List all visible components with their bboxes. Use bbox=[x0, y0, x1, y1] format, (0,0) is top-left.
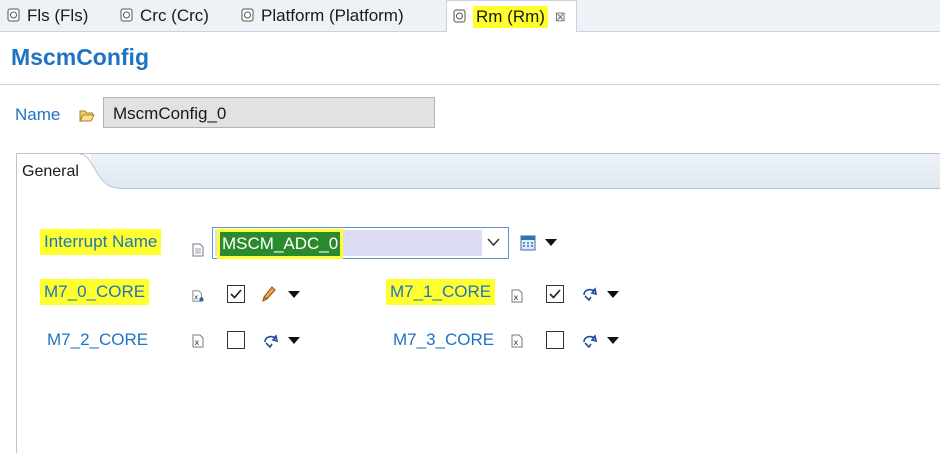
chevron-down-icon[interactable] bbox=[487, 238, 500, 247]
module-icon bbox=[120, 8, 134, 23]
close-icon[interactable]: ⊠ bbox=[555, 9, 566, 25]
dropdown-arrow-icon[interactable] bbox=[607, 291, 619, 299]
m7-2-core-label: M7_2_CORE bbox=[47, 330, 149, 349]
pencil-icon[interactable] bbox=[262, 286, 276, 302]
default-value-icon[interactable] bbox=[581, 286, 597, 302]
dropdown-arrow-icon[interactable] bbox=[288, 337, 300, 345]
tab-general-label: General bbox=[22, 163, 79, 180]
tab-crc[interactable]: Crc (Crc) bbox=[120, 0, 209, 31]
tab-label: Fls (Fls) bbox=[27, 5, 89, 25]
tab-label: Platform (Platform) bbox=[261, 5, 404, 25]
m7-0-core-label: M7_0_CORE bbox=[40, 279, 150, 305]
editor-tab-bar: Fls (Fls) Crc (Crc) Platform (Platform) … bbox=[0, 0, 940, 32]
module-icon bbox=[241, 8, 255, 23]
name-label: Name bbox=[15, 105, 61, 124]
interrupt-name-value: MSCM_ADC_0 bbox=[220, 232, 341, 256]
tab-fls[interactable]: Fls (Fls) bbox=[7, 0, 88, 31]
page-title: MscmConfig bbox=[11, 44, 149, 70]
calculator-icon[interactable] bbox=[520, 235, 536, 251]
svg-text:x: x bbox=[514, 293, 519, 302]
xml-doc-icon: x bbox=[192, 334, 204, 348]
m7-3-core-label: M7_3_CORE bbox=[393, 330, 495, 349]
m7-2-core-checkbox[interactable] bbox=[227, 331, 245, 349]
xml-doc-icon: x bbox=[511, 289, 523, 303]
tab-rm[interactable]: Rm (Rm) ⊠ bbox=[446, 0, 577, 32]
default-value-icon[interactable] bbox=[262, 333, 278, 349]
module-icon bbox=[453, 9, 467, 24]
dropdown-arrow-icon[interactable] bbox=[288, 291, 300, 299]
header-divider bbox=[0, 84, 940, 85]
svg-text:x: x bbox=[194, 293, 198, 301]
tab-label: Crc (Crc) bbox=[140, 5, 209, 25]
m7-1-core-checkbox[interactable] bbox=[546, 285, 564, 303]
tab-label: Rm (Rm) bbox=[473, 5, 548, 28]
default-value-icon[interactable] bbox=[581, 333, 597, 349]
dropdown-arrow-icon[interactable] bbox=[607, 337, 619, 345]
svg-text:x: x bbox=[195, 338, 200, 347]
interrupt-name-combo[interactable]: MSCM_ADC_0 bbox=[212, 227, 509, 259]
document-icon bbox=[192, 243, 204, 257]
svg-text:x: x bbox=[514, 338, 519, 347]
dropdown-arrow-icon[interactable] bbox=[545, 239, 557, 247]
name-field[interactable]: MscmConfig_0 bbox=[103, 97, 435, 128]
tab-folder-border bbox=[118, 188, 940, 189]
xml-doc-icon: x bbox=[192, 290, 204, 302]
tab-platform[interactable]: Platform (Platform) bbox=[241, 0, 404, 31]
xml-doc-icon: x bbox=[511, 334, 523, 348]
tab-folder-header bbox=[17, 154, 940, 188]
m7-1-core-label: M7_1_CORE bbox=[386, 279, 496, 305]
m7-0-core-checkbox[interactable] bbox=[227, 285, 245, 303]
tab-curve bbox=[80, 153, 119, 190]
module-icon bbox=[7, 8, 21, 23]
interrupt-name-label: Interrupt Name bbox=[40, 229, 162, 255]
folder-open-icon bbox=[79, 110, 95, 122]
m7-3-core-checkbox[interactable] bbox=[546, 331, 564, 349]
